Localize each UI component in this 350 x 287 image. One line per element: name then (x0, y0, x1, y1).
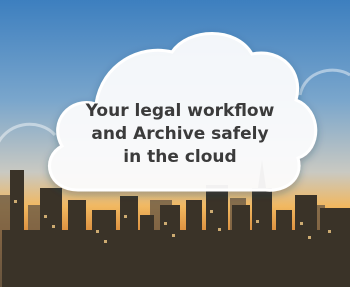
headline: Your legal workflow and Archive safely i… (70, 100, 290, 169)
cloud-banner: Your legal workflow and Archive safely i… (0, 0, 350, 287)
headline-line-2: and Archive safely (91, 124, 269, 144)
headline-line-1: Your legal workflow (85, 101, 275, 121)
headline-line-3: in the cloud (123, 147, 237, 167)
